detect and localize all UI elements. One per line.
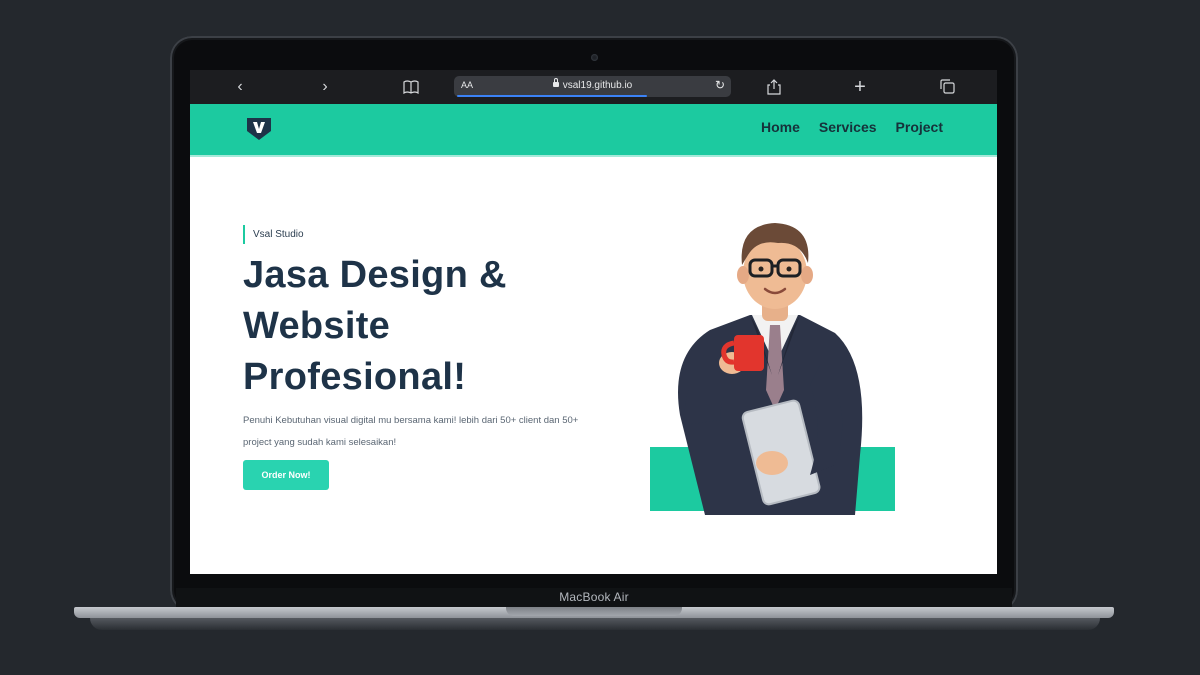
site-logo-icon[interactable]: [246, 117, 272, 141]
page-load-progress: [457, 95, 647, 97]
tabs-icon[interactable]: [935, 76, 959, 98]
hero-title: Jasa Design & Website Profesional!: [243, 250, 573, 403]
hero-title-line: Jasa Design &: [243, 254, 507, 296]
device-model-label: MacBook Air: [559, 590, 629, 604]
share-icon[interactable]: [762, 76, 786, 98]
forward-icon[interactable]: ›: [313, 76, 337, 98]
reload-icon[interactable]: ↻: [715, 78, 725, 92]
nav-services[interactable]: Services: [819, 119, 877, 135]
url-text: vsal19.github.io: [562, 80, 633, 91]
new-tab-icon[interactable]: +: [848, 76, 872, 98]
browser-toolbar: ‹ › AA vsal19.github.io ↻ +: [190, 70, 997, 104]
browser-screen: ‹ › AA vsal19.github.io ↻ + Home Service: [190, 70, 997, 574]
nav-home[interactable]: Home: [761, 119, 800, 135]
order-now-button[interactable]: Order Now!: [243, 460, 329, 490]
back-icon[interactable]: ‹: [228, 76, 252, 98]
hero-title-line: Website: [243, 305, 391, 347]
address-bar[interactable]: AA vsal19.github.io ↻: [454, 76, 731, 97]
laptop-base-notch: [506, 607, 682, 616]
hero-title-line: Profesional!: [243, 356, 467, 398]
lock-icon: [552, 78, 559, 87]
site-navbar: Home Services Project: [190, 104, 997, 157]
nav-project[interactable]: Project: [896, 119, 943, 135]
businessman-illustration: [678, 223, 863, 515]
hero-description: Penuhi Kebutuhan visual digital mu bersa…: [243, 415, 579, 448]
laptop-base-shadow: [90, 618, 1100, 630]
nav-links: Home Services Project: [761, 119, 943, 135]
bookmarks-icon[interactable]: [399, 76, 423, 98]
hero-eyebrow: Vsal Studio: [243, 225, 304, 244]
webcam-icon: [591, 54, 598, 61]
